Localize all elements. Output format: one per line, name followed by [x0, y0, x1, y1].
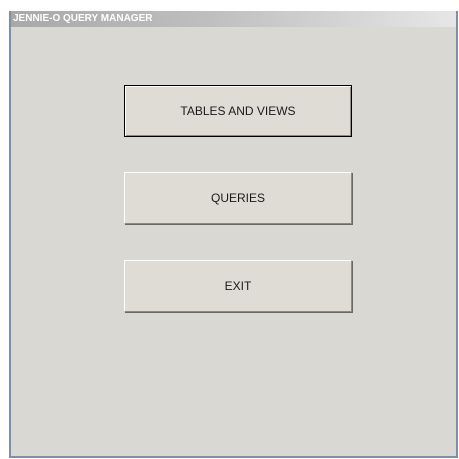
queries-button-label: QUERIES — [210, 191, 265, 205]
tables-and-views-button[interactable]: TABLES AND VIEWS — [124, 85, 352, 137]
title-bar[interactable]: JENNIE-O QUERY MANAGER — [11, 11, 456, 27]
exit-button-label: EXIT — [224, 279, 252, 293]
window-title: JENNIE-O QUERY MANAGER — [13, 13, 153, 24]
tables-and-views-button-label: TABLES AND VIEWS — [180, 104, 296, 118]
exit-button[interactable]: EXIT — [124, 260, 352, 312]
main-window: JENNIE-O QUERY MANAGER TABLES AND VIEWS … — [9, 11, 458, 458]
queries-button[interactable]: QUERIES — [124, 172, 352, 224]
